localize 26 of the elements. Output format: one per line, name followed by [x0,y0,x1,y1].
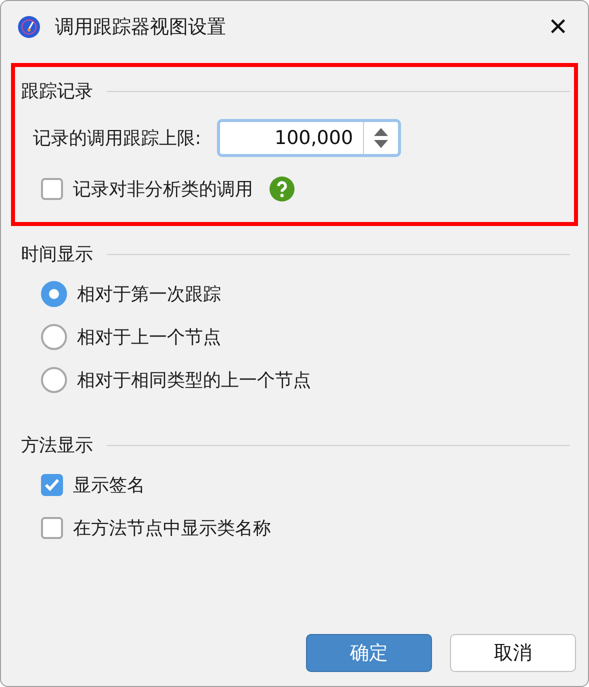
checkbox[interactable] [41,178,63,200]
spin-arrows-icon[interactable] [373,127,390,149]
section-title: 方法显示 [21,434,93,457]
checkbox-label: 记录对非分析类的调用 [73,178,253,200]
check-icon [44,478,60,492]
radio-button[interactable] [41,366,67,392]
window-title: 调用跟踪器视图设置 [55,15,227,40]
radio-label: 相对于第一次跟踪 [77,282,221,306]
app-logo-icon [17,15,41,39]
cancel-button[interactable]: 取消 [450,634,576,672]
radio-button[interactable] [41,280,67,306]
checkbox-label: 在方法节点中显示类名称 [73,516,271,540]
help-icon[interactable] [269,176,295,202]
number-spinner[interactable]: 100,000 [217,119,402,157]
field-label: 记录的调用跟踪上限: [33,127,202,150]
radio-label: 相对于相同类型的上一个节点 [77,368,311,392]
number-field[interactable]: 100,000 [220,126,364,150]
close-button[interactable]: ✕ [544,12,572,42]
ok-button[interactable]: 确定 [306,634,432,672]
radio-label: 相对于上一个节点 [77,326,221,348]
checkbox[interactable] [41,474,63,496]
checkbox[interactable] [41,516,63,538]
section-title: 时间显示 [21,243,93,266]
radio-button[interactable] [41,324,67,350]
section-title: 跟踪记录 [21,80,93,103]
checkbox-label: 显示签名 [73,474,145,496]
